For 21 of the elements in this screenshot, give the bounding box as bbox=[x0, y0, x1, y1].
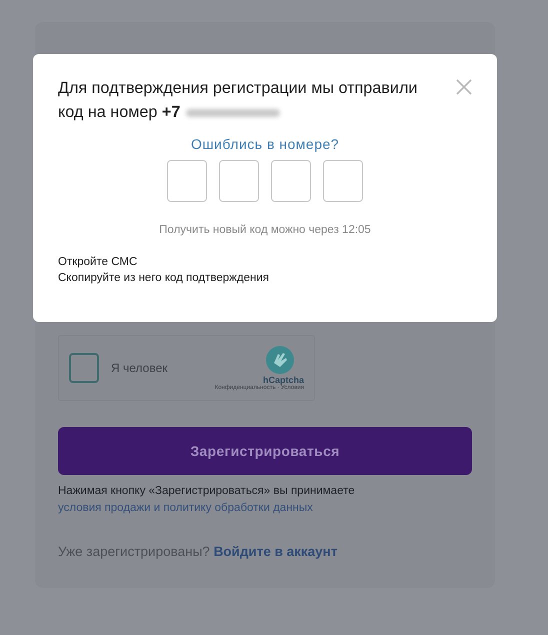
terms-text: Нажимая кнопку «Зарегистрироваться» вы принимаете bbox=[58, 485, 355, 497]
code-digit-field[interactable] bbox=[167, 160, 207, 202]
captcha-checkbox[interactable] bbox=[69, 353, 99, 383]
wrong-number-link[interactable]: Ошиблись в номере? bbox=[190, 136, 340, 152]
resend-timer: Получить новый код можно через 12:05 bbox=[159, 224, 371, 236]
captcha-brand: hCaptcha bbox=[262, 375, 304, 385]
code-digit-field[interactable] bbox=[219, 160, 259, 202]
register-button[interactable]: Зарегистрироваться bbox=[58, 427, 472, 475]
dialog-message: код на номер +7 bbox=[58, 103, 180, 121]
code-digit-field[interactable] bbox=[271, 160, 311, 202]
captcha-label: Я человек bbox=[111, 361, 168, 375]
login-link[interactable]: Войдите в аккаунт bbox=[214, 544, 338, 559]
blurred-number-icon bbox=[186, 106, 280, 119]
close-icon[interactable] bbox=[455, 78, 473, 96]
terms-link[interactable]: условия продажи и политику обработки данных bbox=[58, 502, 313, 514]
instruction-text: Откройте СМС bbox=[58, 256, 138, 268]
login-prompt: Уже зарегистрированы? bbox=[58, 544, 210, 559]
code-digit-field[interactable] bbox=[323, 160, 363, 202]
hand-logo-icon bbox=[265, 345, 295, 375]
instruction-text: Скопируйте из него код подтверждения bbox=[58, 272, 270, 284]
dialog-message: Для подтверждения регистрации мы отправили bbox=[58, 78, 418, 99]
